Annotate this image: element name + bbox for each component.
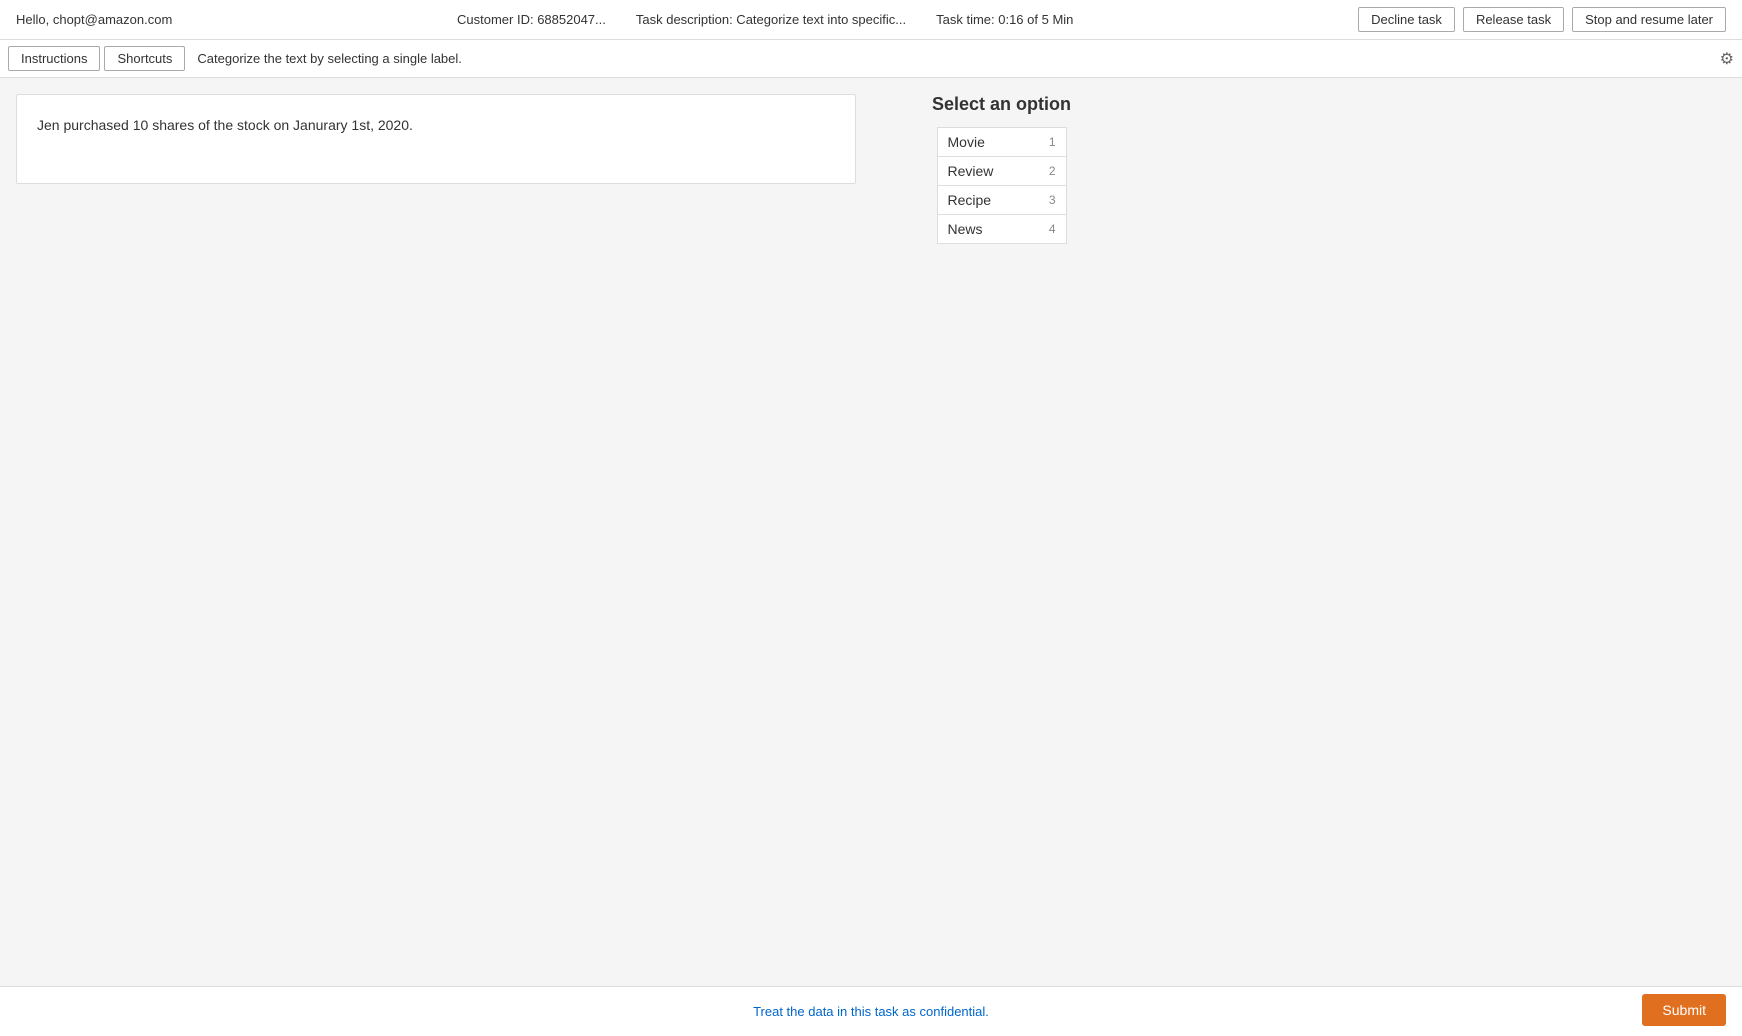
top-bar: Hello, chopt@amazon.com Customer ID: 688… bbox=[0, 0, 1742, 40]
option-label-movie: Movie bbox=[948, 134, 1041, 150]
text-content: Jen purchased 10 shares of the stock on … bbox=[37, 115, 835, 136]
instructions-tab[interactable]: Instructions bbox=[8, 46, 100, 71]
option-item-recipe[interactable]: Recipe 3 bbox=[937, 185, 1067, 214]
shortcuts-tab[interactable]: Shortcuts bbox=[104, 46, 185, 71]
option-item-news[interactable]: News 4 bbox=[937, 214, 1067, 244]
text-panel: Jen purchased 10 shares of the stock on … bbox=[16, 94, 856, 184]
option-label-recipe: Recipe bbox=[948, 192, 1041, 208]
confidential-text: Treat the data in this task as confident… bbox=[753, 1004, 989, 1019]
release-task-button[interactable]: Release task bbox=[1463, 7, 1564, 32]
customer-id: Customer ID: 68852047... bbox=[457, 12, 606, 27]
task-description: Task description: Categorize text into s… bbox=[636, 12, 906, 27]
option-item-movie[interactable]: Movie 1 bbox=[937, 127, 1067, 156]
option-shortcut-2: 2 bbox=[1049, 164, 1056, 178]
top-actions: Decline task Release task Stop and resum… bbox=[1358, 7, 1726, 32]
option-label-review: Review bbox=[948, 163, 1041, 179]
option-shortcut-3: 3 bbox=[1049, 193, 1056, 207]
options-list: Movie 1 Review 2 Recipe 3 News 4 bbox=[937, 127, 1067, 244]
option-shortcut-4: 4 bbox=[1049, 222, 1056, 236]
options-panel: Select an option Movie 1 Review 2 Recipe 3 New… bbox=[932, 94, 1071, 930]
task-info: Customer ID: 68852047... Task descriptio… bbox=[457, 12, 1073, 27]
option-label-news: News bbox=[948, 221, 1041, 237]
main-content: Jen purchased 10 shares of the stock on … bbox=[0, 78, 1742, 946]
greeting: Hello, chopt@amazon.com bbox=[16, 12, 172, 27]
task-hint: Categorize the text by selecting a singl… bbox=[197, 51, 462, 66]
submit-button[interactable]: Submit bbox=[1642, 994, 1726, 1026]
settings-icon[interactable]: ⚙ bbox=[1720, 49, 1734, 69]
option-item-review[interactable]: Review 2 bbox=[937, 156, 1067, 185]
select-title: Select an option bbox=[932, 94, 1071, 115]
sub-header: Instructions Shortcuts Categorize the te… bbox=[0, 40, 1742, 78]
option-shortcut-1: 1 bbox=[1049, 135, 1056, 149]
bottom-bar: Treat the data in this task as confident… bbox=[0, 986, 1742, 1036]
stop-resume-button[interactable]: Stop and resume later bbox=[1572, 7, 1726, 32]
task-time: Task time: 0:16 of 5 Min bbox=[936, 12, 1073, 27]
decline-task-button[interactable]: Decline task bbox=[1358, 7, 1455, 32]
